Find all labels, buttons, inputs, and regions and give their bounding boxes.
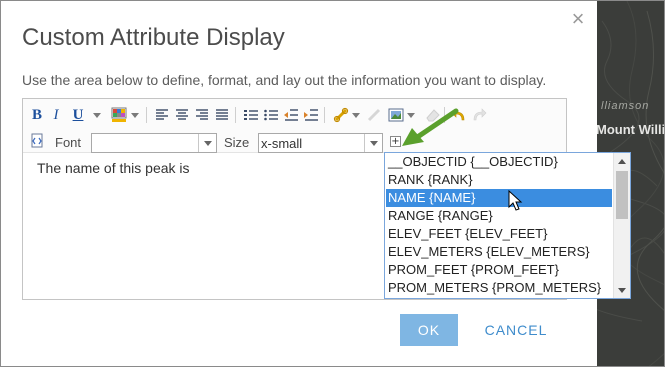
annotation-arrow-icon [402,108,459,146]
bold-button[interactable]: B [30,105,44,125]
font-select-arrow-icon[interactable] [198,134,216,152]
toolbar-separator [146,107,147,123]
redo-icon [473,108,487,121]
align-center-icon[interactable] [174,107,190,123]
unlink-icon [367,108,381,122]
indent-icon[interactable] [303,107,319,123]
mouse-pointer-icon [508,190,523,211]
dialog-instructions: Use the area below to define, format, an… [22,72,547,88]
editor-content[interactable]: The name of this peak is [37,160,190,176]
scroll-thumb[interactable] [616,171,628,219]
list-item[interactable]: PROM_METERS {PROM_METERS} [386,279,612,297]
list-item[interactable]: __OBJECTID {__OBJECTID} [386,153,612,171]
list-item-selected[interactable]: NAME {NAME} [386,189,612,207]
map-label-mount-williamson: Mount Willi [597,122,665,137]
list-item[interactable]: RANK {RANK} [386,171,612,189]
cancel-button[interactable]: CANCEL [476,314,556,346]
map-label-williamson: lliamson [601,100,650,112]
numbered-list-icon[interactable] [243,107,259,123]
hyperlink-dropdown-icon[interactable] [352,113,360,118]
font-label: Font [55,135,82,150]
dialog-title: Custom Attribute Display [22,24,285,51]
list-item[interactable]: ELEV_METERS {ELEV_METERS} [386,243,612,261]
screenshot-frame: lliamson Mount Willi Custom Attribute Di… [0,0,665,367]
highlight-color-icon[interactable] [111,107,127,123]
size-select-arrow-icon[interactable] [364,134,382,152]
field-dropdown-list[interactable]: __OBJECTID {__OBJECTID} RANK {RANK} NAME… [384,152,631,299]
align-justify-icon[interactable] [214,107,230,123]
font-select[interactable] [91,133,217,153]
align-left-icon[interactable] [154,107,170,123]
list-item[interactable]: RANGE {RANGE} [386,207,612,225]
text-color-dropdown-icon[interactable] [93,113,101,118]
highlight-dropdown-icon[interactable] [131,113,139,118]
toolbar-separator [324,107,325,123]
list-item[interactable]: ELEV_FEET {ELEV_FEET} [386,225,612,243]
close-icon[interactable]: × [568,8,588,30]
scroll-up-icon[interactable] [614,153,630,169]
italic-button[interactable]: I [50,105,62,125]
underline-button[interactable]: U [71,105,85,125]
size-select[interactable]: x-small [258,133,383,153]
toolbar-separator [235,107,236,123]
hyperlink-icon[interactable] [333,107,349,123]
editor-toolbar: B I U Font Size x-small + [23,99,566,153]
scroll-down-icon[interactable] [614,282,630,298]
align-right-icon[interactable] [194,107,210,123]
outdent-icon[interactable] [283,107,299,123]
html-source-icon[interactable] [30,133,46,149]
list-item[interactable]: PROM_FEET {PROM_FEET} [386,261,612,279]
bullet-list-icon[interactable] [263,107,279,123]
size-select-value: x-small [261,136,303,151]
size-label: Size [224,135,250,150]
list-scrollbar[interactable] [613,153,630,298]
ok-button[interactable]: OK [400,314,458,346]
